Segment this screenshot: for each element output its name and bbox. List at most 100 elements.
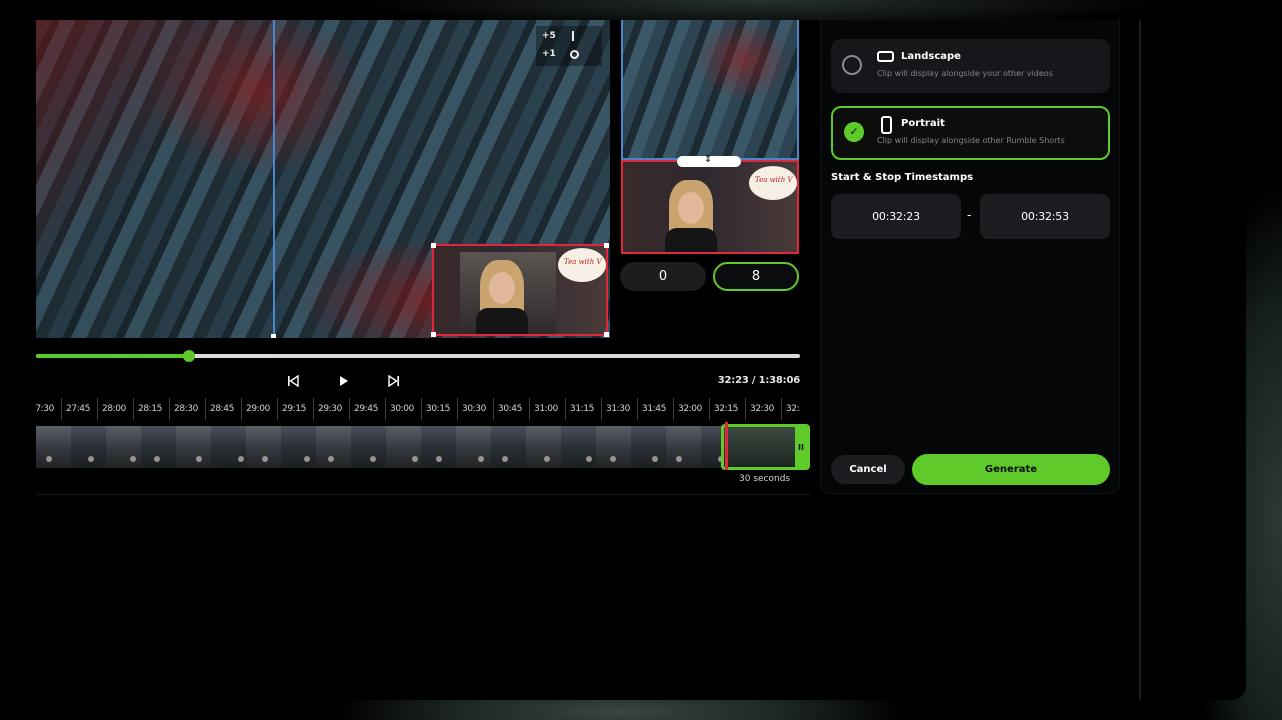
radio-landscape[interactable] [842, 55, 862, 75]
timeline-tick [745, 398, 746, 420]
timeline-frame [561, 426, 597, 468]
timeline-tick-label: 32:15 [714, 404, 738, 414]
portrait-preview-game [621, 20, 799, 160]
timestamps-title: Start & Stop Timestamps [831, 172, 974, 183]
time-readout: 32:23 / 1:38:06 [717, 375, 800, 386]
portrait-icon [881, 116, 892, 134]
timeline-frame [491, 426, 527, 468]
timeline-frame [176, 426, 212, 468]
timeline-tick [709, 398, 710, 420]
radio-portrait-checked-icon[interactable]: ✓ [844, 122, 864, 142]
landscape-icon [877, 51, 894, 62]
timeline-tick-label: 28:45 [210, 404, 234, 414]
timeline-tick-label: 28:30 [174, 404, 198, 414]
start-timestamp-field[interactable]: 00:32:23 [831, 194, 961, 239]
timeline-tick [673, 398, 674, 420]
timeline-tick [277, 398, 278, 420]
orientation-landscape[interactable]: Landscape Clip will display alongside yo… [831, 39, 1110, 93]
timeline-frame [666, 426, 702, 468]
timeline-tick-label: 30:00 [390, 404, 414, 414]
timeline-tick [385, 398, 386, 420]
timeline-frame [456, 426, 492, 468]
cancel-button[interactable]: Cancel [831, 455, 905, 484]
timeline-tick [637, 398, 638, 420]
timeline-frame [281, 426, 317, 468]
clip-duration: 30 seconds [739, 474, 791, 484]
timeline-filmstrip[interactable] [36, 426, 810, 468]
progress-knob[interactable] [182, 350, 195, 362]
timeline-tick-label: 31:30 [606, 404, 630, 414]
timeline-tick-label: 30:30 [462, 404, 486, 414]
timeline-tick [205, 398, 206, 420]
timeline-frame [141, 426, 177, 468]
timeline-tick-label: 27:30 [36, 404, 54, 414]
skip-forward-icon[interactable] [383, 372, 405, 390]
timeline-tick-label: 29:45 [354, 404, 378, 414]
orientation-portrait[interactable]: ✓ Portrait Clip will display alongside o… [831, 106, 1110, 160]
timeline-frame [71, 426, 107, 468]
timeline-tick [133, 398, 134, 420]
timeline-frame [211, 426, 247, 468]
hud-value-2: +1 [542, 49, 556, 59]
timeline-tick-label: 27:45 [66, 404, 90, 414]
timeline-tick-label: 28:15 [138, 404, 162, 414]
timeline-tick-label: 29:15 [282, 404, 306, 414]
sticker-logo: Tea with V [558, 248, 606, 282]
clip-end-handle[interactable]: II [795, 427, 807, 467]
timeline-tick-label: 30:15 [426, 404, 450, 414]
timeline-tick-label: 31:15 [570, 404, 594, 414]
clip-editor-window: +5 +1 Tea with V Tea with V ⇕ 0 8 32:23 … [0, 20, 1246, 700]
video-preview[interactable]: +5 +1 Tea with V [36, 20, 610, 338]
timeline-tick-label: 30:45 [498, 404, 522, 414]
timeline-tick [313, 398, 314, 420]
timeline-tick-label: 29:30 [318, 404, 342, 414]
timeline-frame [421, 426, 457, 468]
timeline-frame [351, 426, 387, 468]
crop-handle[interactable] [271, 334, 276, 338]
portrait-preview-webcam: Tea with V [621, 160, 799, 254]
timestamp-separator: - [967, 208, 972, 222]
gear-icon [569, 49, 579, 59]
play-icon[interactable] [333, 372, 355, 390]
webcam-crop-box[interactable]: Tea with V [431, 243, 609, 337]
timeline-tick [169, 398, 170, 420]
timeline-tick [97, 398, 98, 420]
layout-button-split[interactable]: 8 [713, 262, 799, 291]
clip-selection[interactable]: II [721, 424, 810, 470]
generate-button[interactable]: Generate [912, 454, 1110, 485]
playhead[interactable] [725, 422, 728, 470]
timeline-tick [241, 398, 242, 420]
timeline-frame [596, 426, 632, 468]
timeline-tick-label: 31:00 [534, 404, 558, 414]
timeline-tick-label: 32:4 [786, 404, 800, 414]
timeline-tick-label: 29:00 [246, 404, 270, 414]
game-hud: +5 +1 [536, 26, 602, 66]
layout-button-single[interactable]: 0 [620, 262, 706, 291]
timeline-tick [349, 398, 350, 420]
progress-bar[interactable] [36, 350, 800, 362]
timeline-frame [36, 426, 72, 468]
progress-fill [36, 354, 189, 358]
hud-value-1: +5 [542, 31, 556, 41]
timeline-ruler[interactable]: 27:30 27:45 28:00 28:15 28:30 28:45 29:00 29:15… [36, 398, 800, 420]
sidebar-divider [1139, 20, 1141, 700]
timeline-frame [526, 426, 562, 468]
timeline-frame [246, 426, 282, 468]
timeline-tick [493, 398, 494, 420]
timeline-frame [106, 426, 142, 468]
timeline-frame [631, 426, 667, 468]
skip-back-icon[interactable] [282, 372, 304, 390]
timeline-tick [781, 398, 782, 420]
timeline-tick-label: 32:00 [678, 404, 702, 414]
timeline-tick [565, 398, 566, 420]
crop-guide-line[interactable] [273, 20, 275, 338]
drag-grip-icon: ⇕ [704, 154, 713, 165]
timeline-tick-label: 28:00 [102, 404, 126, 414]
timeline-tick [601, 398, 602, 420]
timeline-tick-label: 32:30 [750, 404, 774, 414]
timeline-frame [316, 426, 352, 468]
timeline-tick [529, 398, 530, 420]
stop-timestamp-field[interactable]: 00:32:53 [980, 194, 1110, 239]
timeline-tick-label: 31:45 [642, 404, 666, 414]
timeline-tick [457, 398, 458, 420]
